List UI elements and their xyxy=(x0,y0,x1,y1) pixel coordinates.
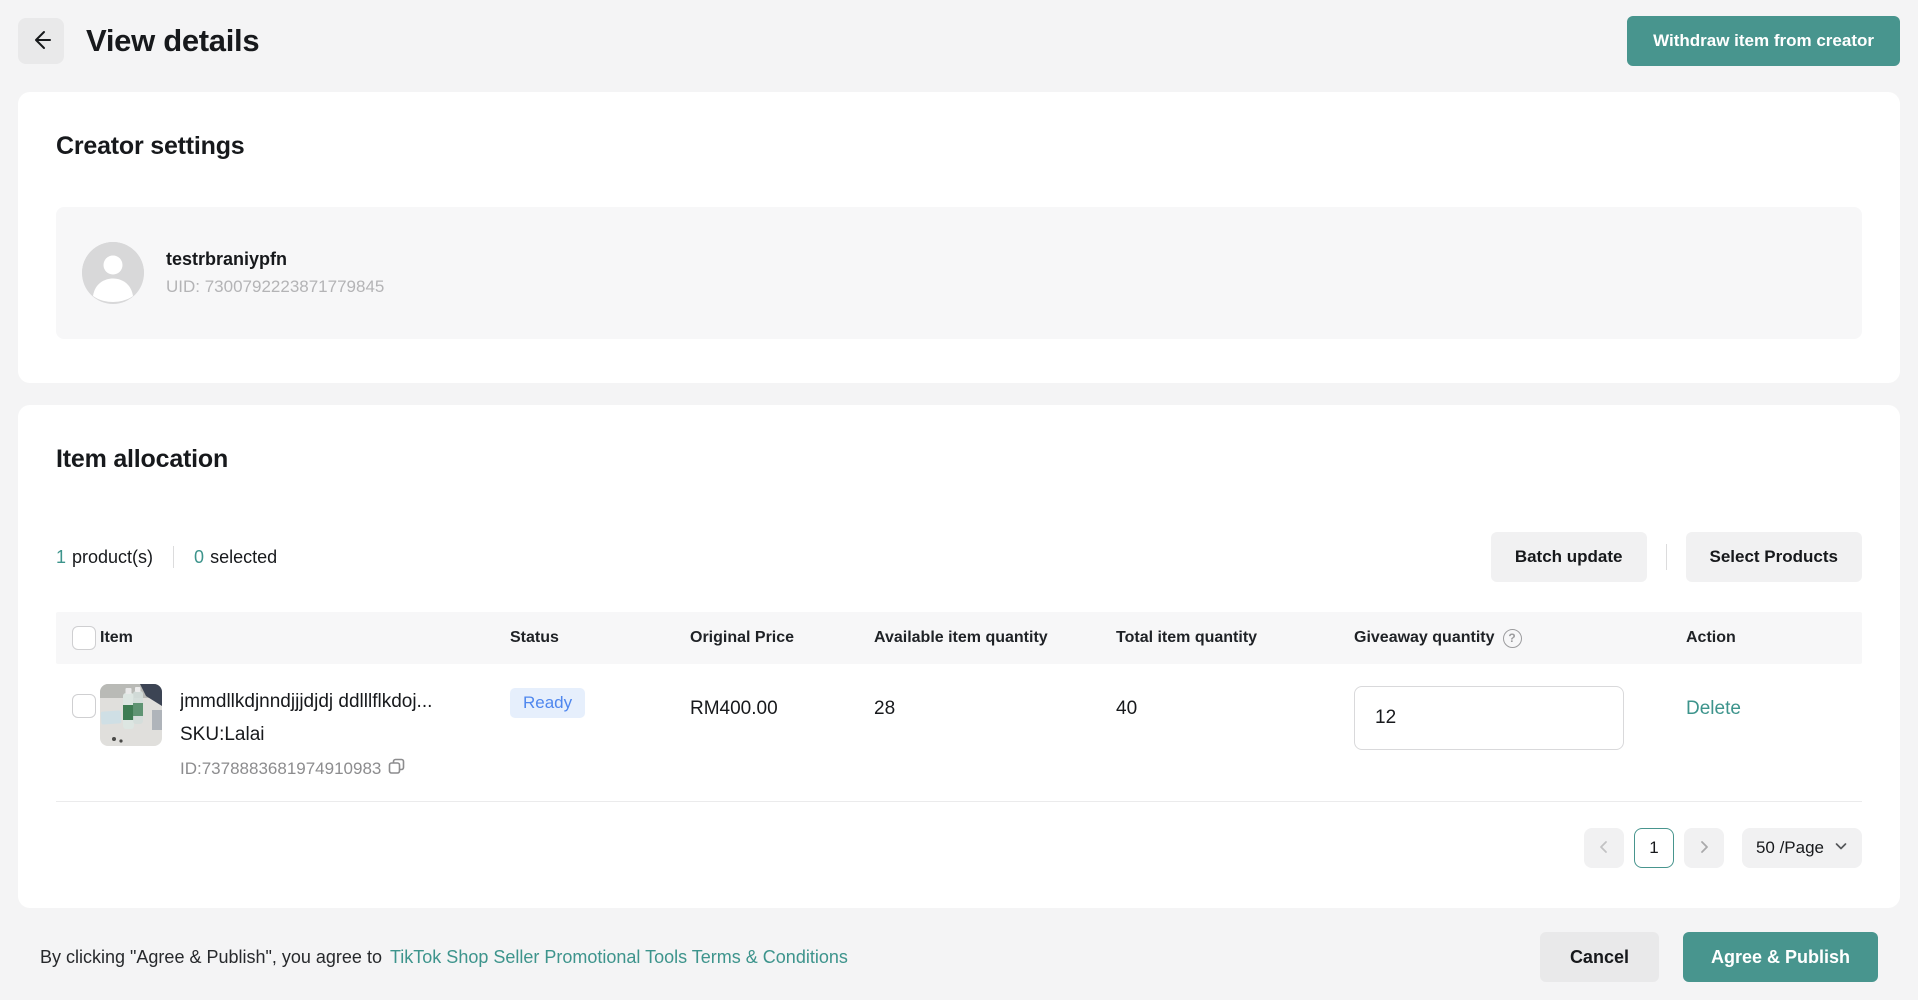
product-counts: 1 product(s) 0 selected xyxy=(56,546,277,568)
available-quantity-cell: 28 xyxy=(874,684,1116,801)
header-total-quantity: Total item quantity xyxy=(1116,629,1354,647)
header-original-price: Original Price xyxy=(690,629,874,647)
select-products-button[interactable]: Select Products xyxy=(1686,532,1863,582)
header-available-quantity: Available item quantity xyxy=(874,629,1116,647)
pagination: 1 50 /Page xyxy=(56,828,1862,868)
copy-icon[interactable] xyxy=(388,758,405,780)
header-giveaway-quantity: Giveaway quantity ? xyxy=(1354,629,1686,648)
chevron-right-icon xyxy=(1697,840,1711,857)
product-image xyxy=(100,684,162,746)
arrow-left-icon xyxy=(30,29,52,54)
selected-count-label: selected xyxy=(210,547,277,568)
agreement-text-block: By clicking "Agree & Publish", you agree… xyxy=(40,947,848,968)
header-action: Action xyxy=(1686,629,1862,647)
product-id-row: ID:7378883681974910983 xyxy=(180,758,432,780)
price-cell: RM400.00 xyxy=(690,684,874,801)
item-table: Item Status Original Price Available ite… xyxy=(56,612,1862,802)
page-size-select[interactable]: 50 /Page xyxy=(1742,828,1862,868)
product-title: jmmdllkdjnndjjjdjdj ddlllflkdoj... xyxy=(180,691,432,713)
selected-count-value: 0 xyxy=(194,547,204,568)
view-details-page: View details Withdraw item from creator … xyxy=(0,0,1918,1000)
toolbar-divider xyxy=(1666,544,1667,570)
product-count-value: 1 xyxy=(56,547,66,568)
person-icon xyxy=(82,242,144,304)
giveaway-quantity-label: Giveaway quantity xyxy=(1354,629,1495,647)
creator-settings-card: Creator settings testrbraniypfn UID: 730… xyxy=(18,92,1900,383)
allocation-toolbar: 1 product(s) 0 selected Batch update Sel… xyxy=(56,532,1862,582)
page-number-button[interactable]: 1 xyxy=(1634,828,1674,868)
giveaway-quantity-input[interactable] xyxy=(1354,686,1624,750)
select-all-checkbox[interactable] xyxy=(72,626,96,650)
page-title: View details xyxy=(86,23,259,59)
product-text: jmmdllkdjnndjjjdjdj ddlllflkdoj... SKU:L… xyxy=(180,684,432,801)
batch-update-button[interactable]: Batch update xyxy=(1491,532,1647,582)
chevron-down-icon xyxy=(1834,838,1848,858)
item-cell: jmmdllkdjnndjjjdjdj ddlllflkdoj... SKU:L… xyxy=(100,684,510,801)
creator-avatar xyxy=(82,242,144,304)
available-quantity-value: 28 xyxy=(874,684,1116,720)
agree-publish-button[interactable]: Agree & Publish xyxy=(1683,932,1878,982)
chevron-left-icon xyxy=(1597,840,1611,857)
select-all-cell xyxy=(56,626,100,650)
product-count-label: product(s) xyxy=(72,547,153,568)
table-row: jmmdllkdjnndjjjdjdj ddlllflkdoj... SKU:L… xyxy=(56,664,1862,802)
original-price-value: RM400.00 xyxy=(690,684,874,720)
footer-bar: By clicking "Agree & Publish", you agree… xyxy=(0,908,1918,982)
total-quantity-value: 40 xyxy=(1116,684,1354,720)
agreement-text: By clicking "Agree & Publish", you agree… xyxy=(40,947,382,967)
top-bar: View details Withdraw item from creator xyxy=(0,0,1918,78)
counts-divider xyxy=(173,546,174,568)
page-size-value: 50 /Page xyxy=(1756,838,1824,858)
delete-link[interactable]: Delete xyxy=(1686,684,1741,720)
creator-info: testrbraniypfn UID: 7300792223871779845 xyxy=(166,249,384,297)
header-item: Item xyxy=(100,629,510,647)
next-page-button[interactable] xyxy=(1684,828,1724,868)
creator-uid: UID: 7300792223871779845 xyxy=(166,277,384,297)
creator-name: testrbraniypfn xyxy=(166,249,384,270)
footer-actions: Cancel Agree & Publish xyxy=(1540,932,1878,982)
table-header-row: Item Status Original Price Available ite… xyxy=(56,612,1862,664)
status-badge: Ready xyxy=(510,688,585,718)
toolbar-actions: Batch update Select Products xyxy=(1491,532,1862,582)
row-checkbox[interactable] xyxy=(72,694,96,718)
row-select-cell xyxy=(56,684,100,801)
creator-panel: testrbraniypfn UID: 7300792223871779845 xyxy=(56,207,1862,339)
back-button[interactable] xyxy=(18,18,64,64)
status-cell: Ready xyxy=(510,684,690,801)
prev-page-button[interactable] xyxy=(1584,828,1624,868)
header-status: Status xyxy=(510,629,690,647)
product-sku: SKU:Lalai xyxy=(180,724,432,746)
item-allocation-card: Item allocation 1 product(s) 0 selected … xyxy=(18,405,1900,908)
creator-settings-title: Creator settings xyxy=(56,132,1862,161)
help-question-icon[interactable]: ? xyxy=(1503,629,1522,648)
terms-conditions-link[interactable]: TikTok Shop Seller Promotional Tools Ter… xyxy=(390,947,848,967)
item-allocation-title: Item allocation xyxy=(56,445,1862,474)
product-id: ID:7378883681974910983 xyxy=(180,759,381,779)
action-cell: Delete xyxy=(1686,684,1862,801)
cancel-button[interactable]: Cancel xyxy=(1540,932,1659,982)
giveaway-quantity-cell xyxy=(1354,684,1686,801)
total-quantity-cell: 40 xyxy=(1116,684,1354,801)
withdraw-item-button[interactable]: Withdraw item from creator xyxy=(1627,16,1900,66)
